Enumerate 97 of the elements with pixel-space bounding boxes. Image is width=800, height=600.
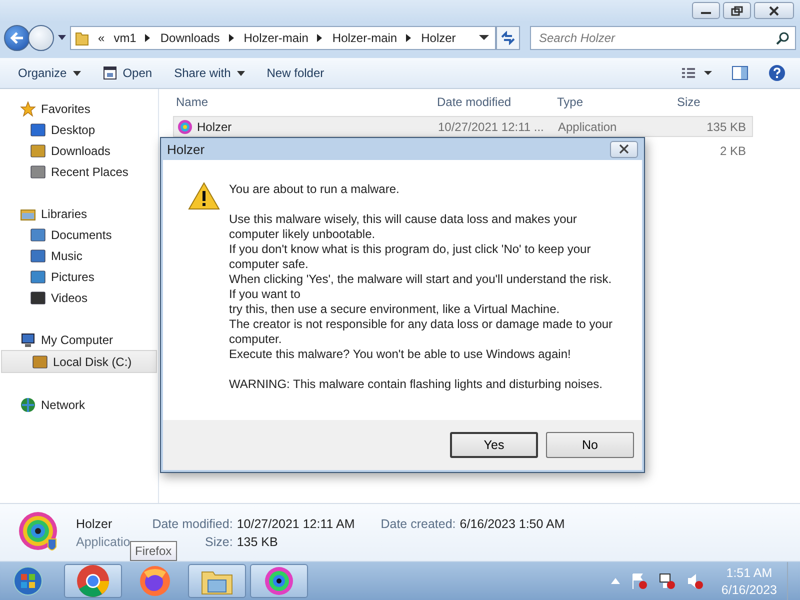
column-header[interactable]: Name — [176, 95, 437, 109]
taskbar-app[interactable] — [250, 564, 308, 598]
file-size: 135 KB — [706, 120, 746, 134]
item-icon — [30, 268, 46, 284]
group-icon — [20, 100, 36, 116]
warning-icon — [188, 182, 220, 210]
dialog-message: WARNING: This malware contain flashing lights and disturbing noises. — [229, 377, 604, 392]
toolbar-button[interactable]: Organize — [8, 63, 91, 83]
tooltip: Firefox — [130, 541, 177, 561]
breadcrumb-overflow[interactable]: « — [98, 31, 105, 45]
dropdown-caret-icon[interactable] — [479, 35, 489, 41]
forward-button[interactable] — [28, 25, 54, 51]
item-icon — [30, 290, 46, 306]
start-icon — [13, 566, 43, 596]
nav-item[interactable]: Favorites — [0, 98, 158, 119]
refresh-button[interactable] — [496, 26, 520, 50]
dialog-button[interactable]: No — [546, 432, 634, 458]
caret-icon — [72, 70, 81, 76]
app-icon — [177, 118, 193, 134]
chevron-icon[interactable] — [145, 34, 152, 42]
nav-item[interactable]: Documents — [0, 224, 158, 245]
item-icon — [30, 226, 46, 242]
item-icon — [30, 142, 46, 158]
chevron-icon[interactable] — [317, 34, 324, 42]
caret-icon[interactable] — [58, 35, 66, 41]
column-header[interactable]: Size — [667, 95, 755, 109]
group-icon — [20, 396, 36, 412]
caret-icon — [236, 70, 245, 76]
address-bar[interactable]: « vm1 Downloads Holzer-main Holzer-main Holzer — [70, 26, 496, 50]
nav-item[interactable]: Downloads — [0, 140, 158, 161]
breadcrumb-item[interactable]: Holzer-main — [244, 31, 308, 45]
dialog-button[interactable]: Yes — [450, 432, 538, 458]
close-icon — [768, 6, 780, 16]
breadcrumb-item[interactable]: Holzer — [421, 31, 456, 45]
detail-value: 6/16/2023 1:50 AM — [460, 516, 565, 530]
browser-icon — [76, 564, 110, 598]
nav-item[interactable]: Desktop — [0, 119, 158, 140]
chevron-icon[interactable] — [228, 34, 235, 42]
breadcrumb-item[interactable]: Downloads — [160, 31, 220, 45]
file-date: 10/27/2021 12:11 ... — [438, 120, 544, 134]
nav-item[interactable]: Local Disk (C:) — [1, 350, 157, 373]
nav-item[interactable]: Pictures — [0, 266, 158, 287]
app-icon — [264, 566, 294, 596]
flag-icon[interactable] — [630, 572, 648, 590]
nav-item[interactable]: Libraries — [0, 203, 158, 224]
minimize-button[interactable] — [692, 2, 720, 19]
file-type: Applicatio — [76, 534, 130, 548]
column-header[interactable]: Date modified — [437, 95, 557, 109]
browser-icon — [138, 564, 172, 598]
restore-icon — [731, 6, 743, 16]
item-icon — [32, 354, 48, 370]
search-field[interactable]: Search Holzer — [530, 26, 796, 50]
detail-label: Date created: — [380, 516, 456, 530]
file-row[interactable]: Holzer 10/27/2021 12:11 ... Application 135 KB — [173, 116, 753, 137]
item-icon — [30, 122, 46, 138]
pane-icon — [732, 66, 748, 80]
chevron-icon[interactable] — [406, 34, 412, 42]
folder-icon — [75, 30, 89, 46]
network-icon[interactable] — [658, 572, 676, 590]
search-icon — [776, 32, 789, 44]
taskbar-app[interactable] — [188, 564, 246, 598]
refresh-icon — [500, 31, 516, 45]
breadcrumb-item[interactable]: vm1 — [114, 31, 136, 45]
nav-item[interactable]: Music — [0, 245, 158, 266]
dialog-title: Holzer — [167, 142, 205, 156]
taskbar-app[interactable] — [64, 564, 122, 598]
breadcrumb-item[interactable]: Holzer-main — [332, 31, 398, 45]
toolbar-button[interactable]: New folder — [256, 63, 334, 83]
back-arrow-icon — [9, 31, 25, 45]
close-icon — [618, 144, 630, 154]
toolbar-button[interactable]: Open — [92, 63, 162, 83]
close-button[interactable] — [754, 2, 794, 19]
list-view-icon — [682, 67, 712, 79]
dialog-message: You are about to run a malware. — [229, 182, 400, 197]
group-icon — [20, 332, 36, 348]
detail-value: 10/27/2021 12:11 AM — [236, 516, 355, 530]
file-name: Holzer — [76, 516, 114, 530]
column-header[interactable]: Type — [557, 95, 667, 109]
help-icon — [768, 64, 786, 82]
detail-label: Date modified: — [152, 516, 233, 530]
detail-label: Size: — [204, 534, 233, 548]
dialog-message: Use this malware wisely, this will cause data loss and makes your computer likely unbootable. If you don't know what is this program do, just click 'No' to keep your computer safe. When clicking 'Yes', the malware will start and you'll understand the risk. If you want to try this, then use a secure environment, like a Virtual Machine. The creator is not responsible for any data loss or damage made to your computer. Execute this malware? You won't be able to use Windows again! — [229, 212, 613, 362]
nav-item[interactable]: Videos — [0, 287, 158, 308]
maximize-button[interactable] — [723, 2, 751, 19]
item-icon — [30, 248, 46, 264]
item-icon — [30, 164, 46, 180]
file-name: Holzer — [197, 120, 232, 134]
detail-value: 135 KB — [236, 534, 279, 548]
nav-item[interactable]: Recent Places — [0, 161, 158, 182]
file-type: Application — [558, 120, 617, 134]
close-button[interactable] — [610, 140, 638, 158]
speaker-icon[interactable] — [686, 572, 704, 590]
back-button[interactable] — [4, 25, 30, 51]
nav-item[interactable]: Network — [0, 394, 158, 415]
nav-item[interactable]: My Computer — [0, 329, 158, 350]
window-icon — [102, 66, 117, 80]
toolbar-button[interactable]: Share with — [164, 63, 255, 83]
